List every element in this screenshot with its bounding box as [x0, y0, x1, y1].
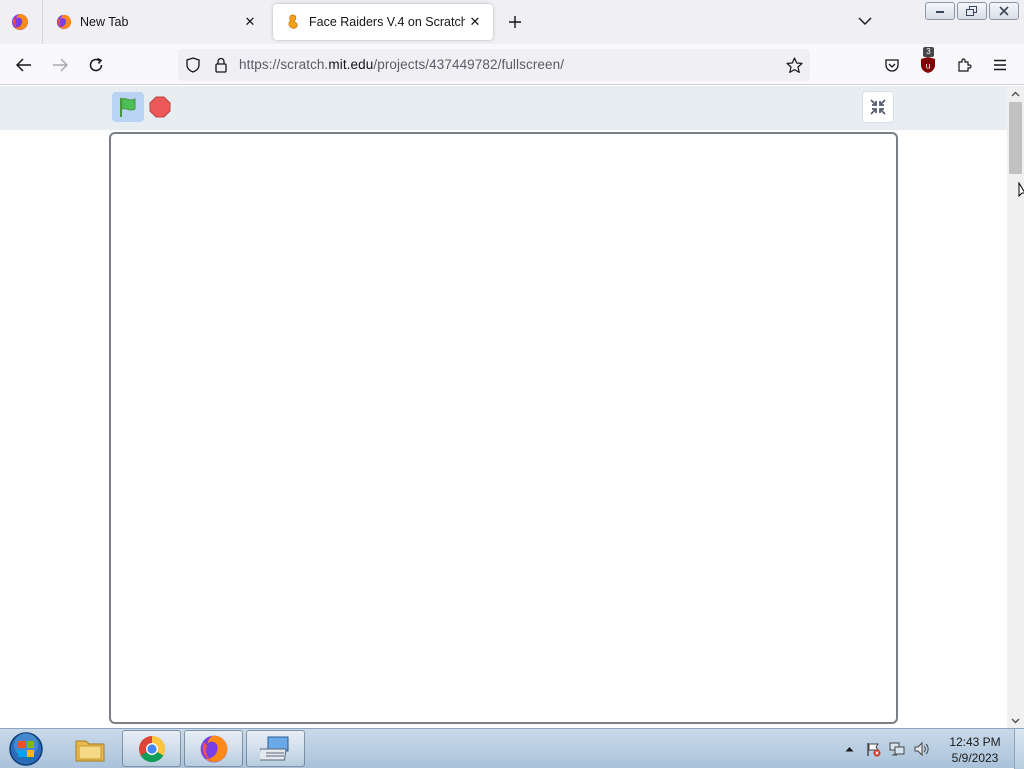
url-text[interactable]: https://scratch.mit.edu/projects/4374497… — [239, 57, 564, 72]
tab-new-tab[interactable]: New Tab ✕ — [44, 4, 268, 40]
scroll-down-arrow-icon[interactable] — [1010, 715, 1021, 726]
green-flag-button[interactable] — [112, 92, 144, 122]
stage-header-bar — [0, 86, 1007, 130]
scrollbar-thumb[interactable] — [1009, 102, 1022, 174]
system-tray — [840, 729, 930, 769]
window-controls — [925, 2, 1019, 20]
stop-button[interactable] — [148, 94, 172, 120]
hamburger-menu-icon — [994, 59, 1006, 71]
taskbar-file-explorer[interactable] — [60, 730, 119, 767]
network-icon[interactable] — [888, 740, 906, 758]
project-stage[interactable] — [109, 132, 898, 724]
extensions-button[interactable] — [951, 52, 977, 78]
back-arrow-icon — [16, 58, 31, 72]
list-all-tabs-button[interactable] — [854, 10, 876, 32]
folder-icon — [75, 740, 104, 761]
lock-icon[interactable] — [212, 56, 230, 74]
unfullscreen-icon — [870, 99, 886, 115]
forward-button[interactable] — [47, 52, 73, 78]
back-button[interactable] — [11, 52, 37, 78]
clock-date: 5/9/2023 — [951, 751, 999, 765]
page-viewport — [0, 86, 1007, 728]
scratch-cat-icon — [285, 14, 301, 30]
reload-button[interactable] — [83, 52, 109, 78]
mouse-pointer-icon — [1018, 182, 1024, 198]
ublock-origin-icon: u — [921, 57, 935, 73]
clock-time: 12:43 PM — [949, 735, 1001, 749]
taskbar-firefox[interactable] — [184, 730, 243, 767]
bookmark-star-icon[interactable] — [785, 56, 803, 74]
address-bar[interactable]: https://scratch.mit.edu/projects/4374497… — [178, 49, 810, 81]
pocket-button[interactable] — [879, 52, 905, 78]
firefox-icon — [12, 14, 28, 30]
action-center-flag-icon[interactable] — [864, 740, 882, 758]
stop-sign-icon — [149, 96, 171, 118]
tab-strip: New Tab ✕ Face Raiders V.4 on Scratch ✕ — [0, 0, 1024, 44]
svg-text:u: u — [925, 62, 930, 71]
start-button[interactable] — [6, 731, 46, 767]
windows-taskbar: 12:43 PM 5/9/2023 — [0, 728, 1024, 769]
tab-face-raiders[interactable]: Face Raiders V.4 on Scratch ✕ — [273, 4, 493, 40]
tab-title: Face Raiders V.4 on Scratch — [309, 15, 465, 29]
firefox-view-button[interactable] — [4, 6, 36, 38]
pocket-icon — [885, 59, 899, 72]
taskbar-on-screen-keyboard[interactable] — [246, 730, 305, 767]
chevron-down-icon — [858, 17, 872, 25]
windows-start-orb-icon — [9, 732, 43, 766]
close-tab-icon[interactable]: ✕ — [240, 12, 260, 32]
close-tab-icon[interactable]: ✕ — [465, 12, 485, 32]
green-flag-icon — [120, 98, 136, 117]
close-icon — [999, 6, 1009, 16]
restore-icon — [966, 6, 977, 16]
show-desktop-button[interactable] — [1014, 729, 1024, 769]
restore-button[interactable] — [957, 2, 987, 20]
chrome-icon — [138, 735, 165, 762]
app-menu-button[interactable] — [987, 52, 1013, 78]
close-window-button[interactable] — [989, 2, 1019, 20]
reload-icon — [89, 57, 103, 72]
plus-icon — [509, 16, 521, 28]
tracking-protection-shield-icon[interactable] — [184, 56, 202, 74]
show-hidden-icons-arrow-icon[interactable] — [840, 740, 858, 758]
taskbar-clock[interactable]: 12:43 PM 5/9/2023 — [940, 734, 1010, 766]
navigation-toolbar: https://scratch.mit.edu/projects/4374497… — [0, 44, 1024, 85]
minimize-icon — [936, 11, 944, 13]
forward-arrow-icon — [53, 58, 68, 72]
scroll-up-arrow-icon[interactable] — [1010, 88, 1021, 99]
tab-title: New Tab — [80, 15, 129, 29]
new-tab-button[interactable] — [503, 10, 527, 34]
taskbar-chrome[interactable] — [122, 730, 181, 767]
url-domain: mit.edu — [328, 57, 374, 72]
ublock-extension-button[interactable]: u 3 — [915, 47, 941, 78]
puzzle-piece-icon — [958, 58, 972, 72]
minimize-button[interactable] — [925, 2, 955, 20]
tab-separator — [42, 0, 43, 44]
url-path: /projects/437449782/fullscreen/ — [373, 57, 565, 72]
firefox-icon — [200, 735, 227, 762]
firefox-icon — [56, 14, 72, 30]
keyboard-monitor-icon — [259, 736, 288, 760]
volume-icon[interactable] — [912, 740, 930, 758]
url-prefix: https://scratch. — [239, 57, 329, 72]
exit-fullscreen-button[interactable] — [862, 91, 894, 123]
extension-badge-count: 3 — [923, 47, 934, 57]
